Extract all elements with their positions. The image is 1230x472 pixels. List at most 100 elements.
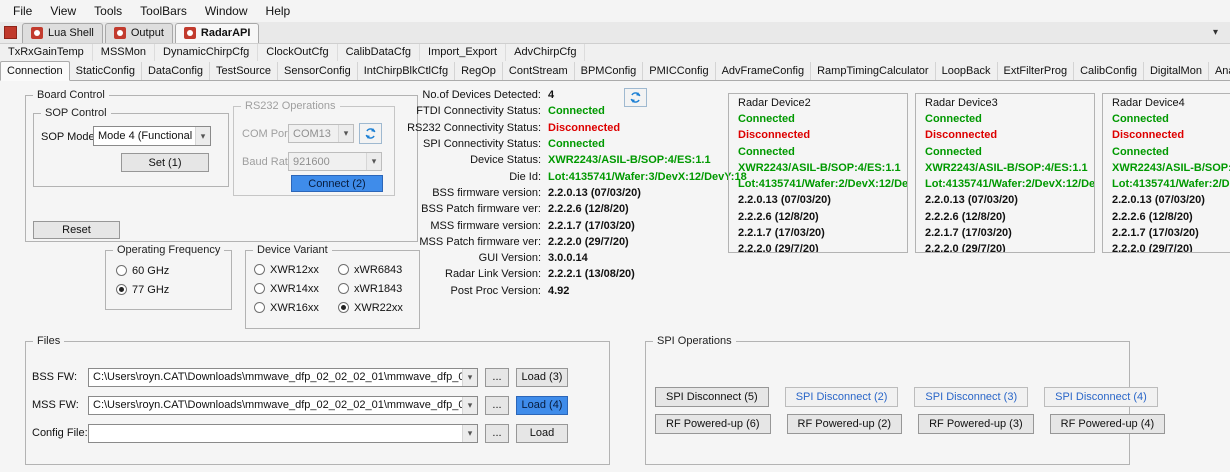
tab-sensorconfig[interactable]: SensorConfig — [278, 62, 358, 80]
tab-digitalmon[interactable]: DigitalMon — [1144, 62, 1209, 80]
browse-button[interactable]: ... — [485, 395, 509, 415]
tab-dynamicchirpcfg[interactable]: DynamicChirpCfg — [155, 44, 259, 61]
bss-fw-path-combo[interactable]: C:\Users\royn.CAT\Downloads\mmwave_dfp_0… — [88, 367, 478, 387]
menu-item-file[interactable]: File — [4, 1, 41, 21]
radio-label: XWR22xx — [354, 301, 403, 314]
tab-advchirpcfg[interactable]: AdvChirpCfg — [506, 44, 586, 61]
device-status-value: 2.2.1.7 (17/03/20) — [1112, 227, 1199, 240]
refresh-devices-button[interactable] — [624, 88, 647, 107]
tab-mssmon[interactable]: MSSMon — [93, 44, 156, 61]
tab-calibdatacfg[interactable]: CalibDataCfg — [338, 44, 421, 61]
status-value-rs232-connectivity-status: Disconnected — [548, 121, 621, 134]
menu-bar: File View Tools ToolBars Window Help — [0, 0, 1230, 22]
spi-disconnect-2-button[interactable]: SPI Disconnect (2) — [784, 387, 899, 407]
app-icon — [4, 26, 17, 39]
dock-tabs: Lua Shell Output RadarAPI — [22, 21, 261, 43]
variant-option-xwr16xx[interactable]: XWR16xx — [254, 298, 332, 317]
operating-frequency-options: 60 GHz 77 GHz — [116, 261, 194, 299]
status-value-mss-firmware-version: 2.2.1.7 (17/03/20) — [548, 219, 635, 232]
load-4-button[interactable]: Load (4) — [516, 395, 568, 415]
status-label-rs232-connectivity-status: RS232 Connectivity Status: — [407, 121, 541, 134]
rf-powered-up-3-button[interactable]: RF Powered-up (3) — [918, 414, 1034, 434]
dropdown-arrow-icon: ▾ — [195, 127, 210, 145]
rf-powered-up-6-button[interactable]: RF Powered-up (6) — [655, 414, 771, 434]
tab-calibconfig[interactable]: CalibConfig — [1074, 62, 1144, 80]
menu-item-window[interactable]: Window — [196, 1, 257, 21]
doc-tab-lua-shell[interactable]: Lua Shell — [22, 23, 103, 43]
load-3-button[interactable]: Load (3) — [516, 367, 568, 387]
status-label-no-of-devices-detected: No.of Devices Detected: — [422, 89, 541, 102]
tab-staticconfig[interactable]: StaticConfig — [70, 62, 142, 80]
mss-fw-path-combo[interactable]: C:\Users\royn.CAT\Downloads\mmwave_dfp_0… — [88, 395, 478, 415]
status-value-spi-connectivity-status: Connected — [548, 138, 605, 151]
status-label-radar-link-version: Radar Link Version: — [445, 268, 541, 281]
dropdown-arrow-icon: ▾ — [462, 368, 477, 386]
tab-overflow-button[interactable]: ▾ — [1213, 27, 1218, 43]
config-tab-row-upper: TxRxGainTemp MSSMon DynamicChirpCfg ClockOu… — [0, 44, 1230, 61]
files-title: Files — [33, 335, 65, 348]
tab-analogtxmon[interactable]: AnalogTxMon — [1209, 62, 1230, 80]
sop-control-group: SOP Control — [33, 107, 229, 187]
tab-connection[interactable]: Connection — [0, 61, 70, 81]
variant-option-xwr12xx[interactable]: XWR12xx — [254, 260, 332, 279]
menu-item-view[interactable]: View — [41, 1, 85, 21]
refresh-com-ports-button[interactable] — [359, 123, 382, 144]
tab-bpmconfig[interactable]: BPMConfig — [575, 62, 644, 80]
refresh-icon — [630, 92, 641, 103]
tab-extfilterprog[interactable]: ExtFilterProg — [998, 62, 1075, 80]
variant-option-xwr14xx[interactable]: XWR14xx — [254, 279, 332, 298]
menu-item-tools[interactable]: Tools — [85, 1, 131, 21]
frequency-option-60-ghz[interactable]: 60 GHz — [116, 261, 194, 280]
frequency-option-77-ghz[interactable]: 77 GHz — [116, 280, 194, 299]
tab-testsource[interactable]: TestSource — [210, 62, 279, 80]
tab-txrxgaintemp[interactable]: TxRxGainTemp — [0, 44, 93, 61]
tab-pmicconfig[interactable]: PMICConfig — [643, 62, 716, 80]
doc-tab-radarapi[interactable]: RadarAPI — [174, 23, 260, 43]
reset-button[interactable]: Reset — [33, 221, 120, 239]
status-value-ftdi-connectivity-status: Connected — [548, 105, 605, 118]
rf-powered-up-2-button[interactable]: RF Powered-up (2) — [786, 414, 903, 434]
spi-disconnect-4-button[interactable]: SPI Disconnect (4) — [1044, 387, 1158, 407]
tab-regop[interactable]: RegOp — [455, 62, 503, 80]
load-button[interactable]: Load — [516, 423, 568, 443]
status-label-bss-firmware-version: BSS firmware version: — [432, 186, 541, 199]
operating-frequency-title: Operating Frequency — [113, 244, 225, 257]
baud-rate-value: 921600 — [293, 155, 330, 168]
device-status-value: 2.2.2.0 (29/7/20) — [1112, 243, 1193, 253]
menu-item-toolbars[interactable]: ToolBars — [131, 1, 196, 21]
radio-xwr14xx — [254, 283, 265, 294]
radio-60-ghz — [116, 265, 127, 276]
browse-button[interactable]: ... — [485, 423, 509, 443]
set-button[interactable]: Set (1) — [121, 153, 209, 172]
doc-tab-output[interactable]: Output — [104, 23, 173, 43]
radio-label: XWR12xx — [270, 263, 319, 276]
refresh-icon — [365, 128, 376, 139]
menu-item-help[interactable]: Help — [257, 1, 300, 21]
tab-clockoutcfg[interactable]: ClockOutCfg — [258, 44, 338, 61]
rs232-operations-title: RS232 Operations — [241, 100, 340, 113]
doc-tab-label: Lua Shell — [48, 27, 94, 39]
status-label-die-id: Die Id: — [509, 170, 541, 183]
sop-mode-select[interactable]: Mode 4 (Functional - S ▾ — [93, 126, 211, 146]
radarapi-icon — [183, 27, 196, 39]
connect-button[interactable]: Connect (2) — [291, 175, 383, 192]
tab-loopback[interactable]: LoopBack — [936, 62, 998, 80]
spi-button-row: SPI Disconnect (5) SPI Disconnect (2) SPI … — [655, 387, 1158, 407]
device-status-value: Disconnected — [738, 129, 811, 142]
status-value-bss-firmware-version: 2.2.0.13 (07/03/20) — [548, 186, 641, 199]
rf-powered-up-4-button[interactable]: RF Powered-up (4) — [1049, 414, 1166, 434]
tab-dataconfig[interactable]: DataConfig — [142, 62, 211, 80]
device-status-value: 2.2.1.7 (17/03/20) — [925, 227, 1012, 240]
spi-disconnect-5-button[interactable]: SPI Disconnect (5) — [655, 387, 769, 407]
device-title: Radar Device3 — [925, 97, 998, 109]
radio-label: xWR6843 — [354, 263, 403, 276]
config-file-path-combo[interactable]: ▾ — [88, 423, 478, 443]
browse-button[interactable]: ... — [485, 367, 509, 387]
tab-ramptimingcalculator[interactable]: RampTimingCalculator — [811, 62, 936, 80]
tab-import-export[interactable]: Import_Export — [420, 44, 507, 61]
tab-contstream[interactable]: ContStream — [503, 62, 575, 80]
tab-intchirpblkctlcfg[interactable]: IntChirpBlkCtlCfg — [358, 62, 456, 80]
tab-advframeconfig[interactable]: AdvFrameConfig — [716, 62, 812, 80]
variant-option-xwr22xx[interactable]: XWR22xx — [338, 298, 416, 317]
spi-disconnect-3-button[interactable]: SPI Disconnect (3) — [914, 387, 1029, 407]
